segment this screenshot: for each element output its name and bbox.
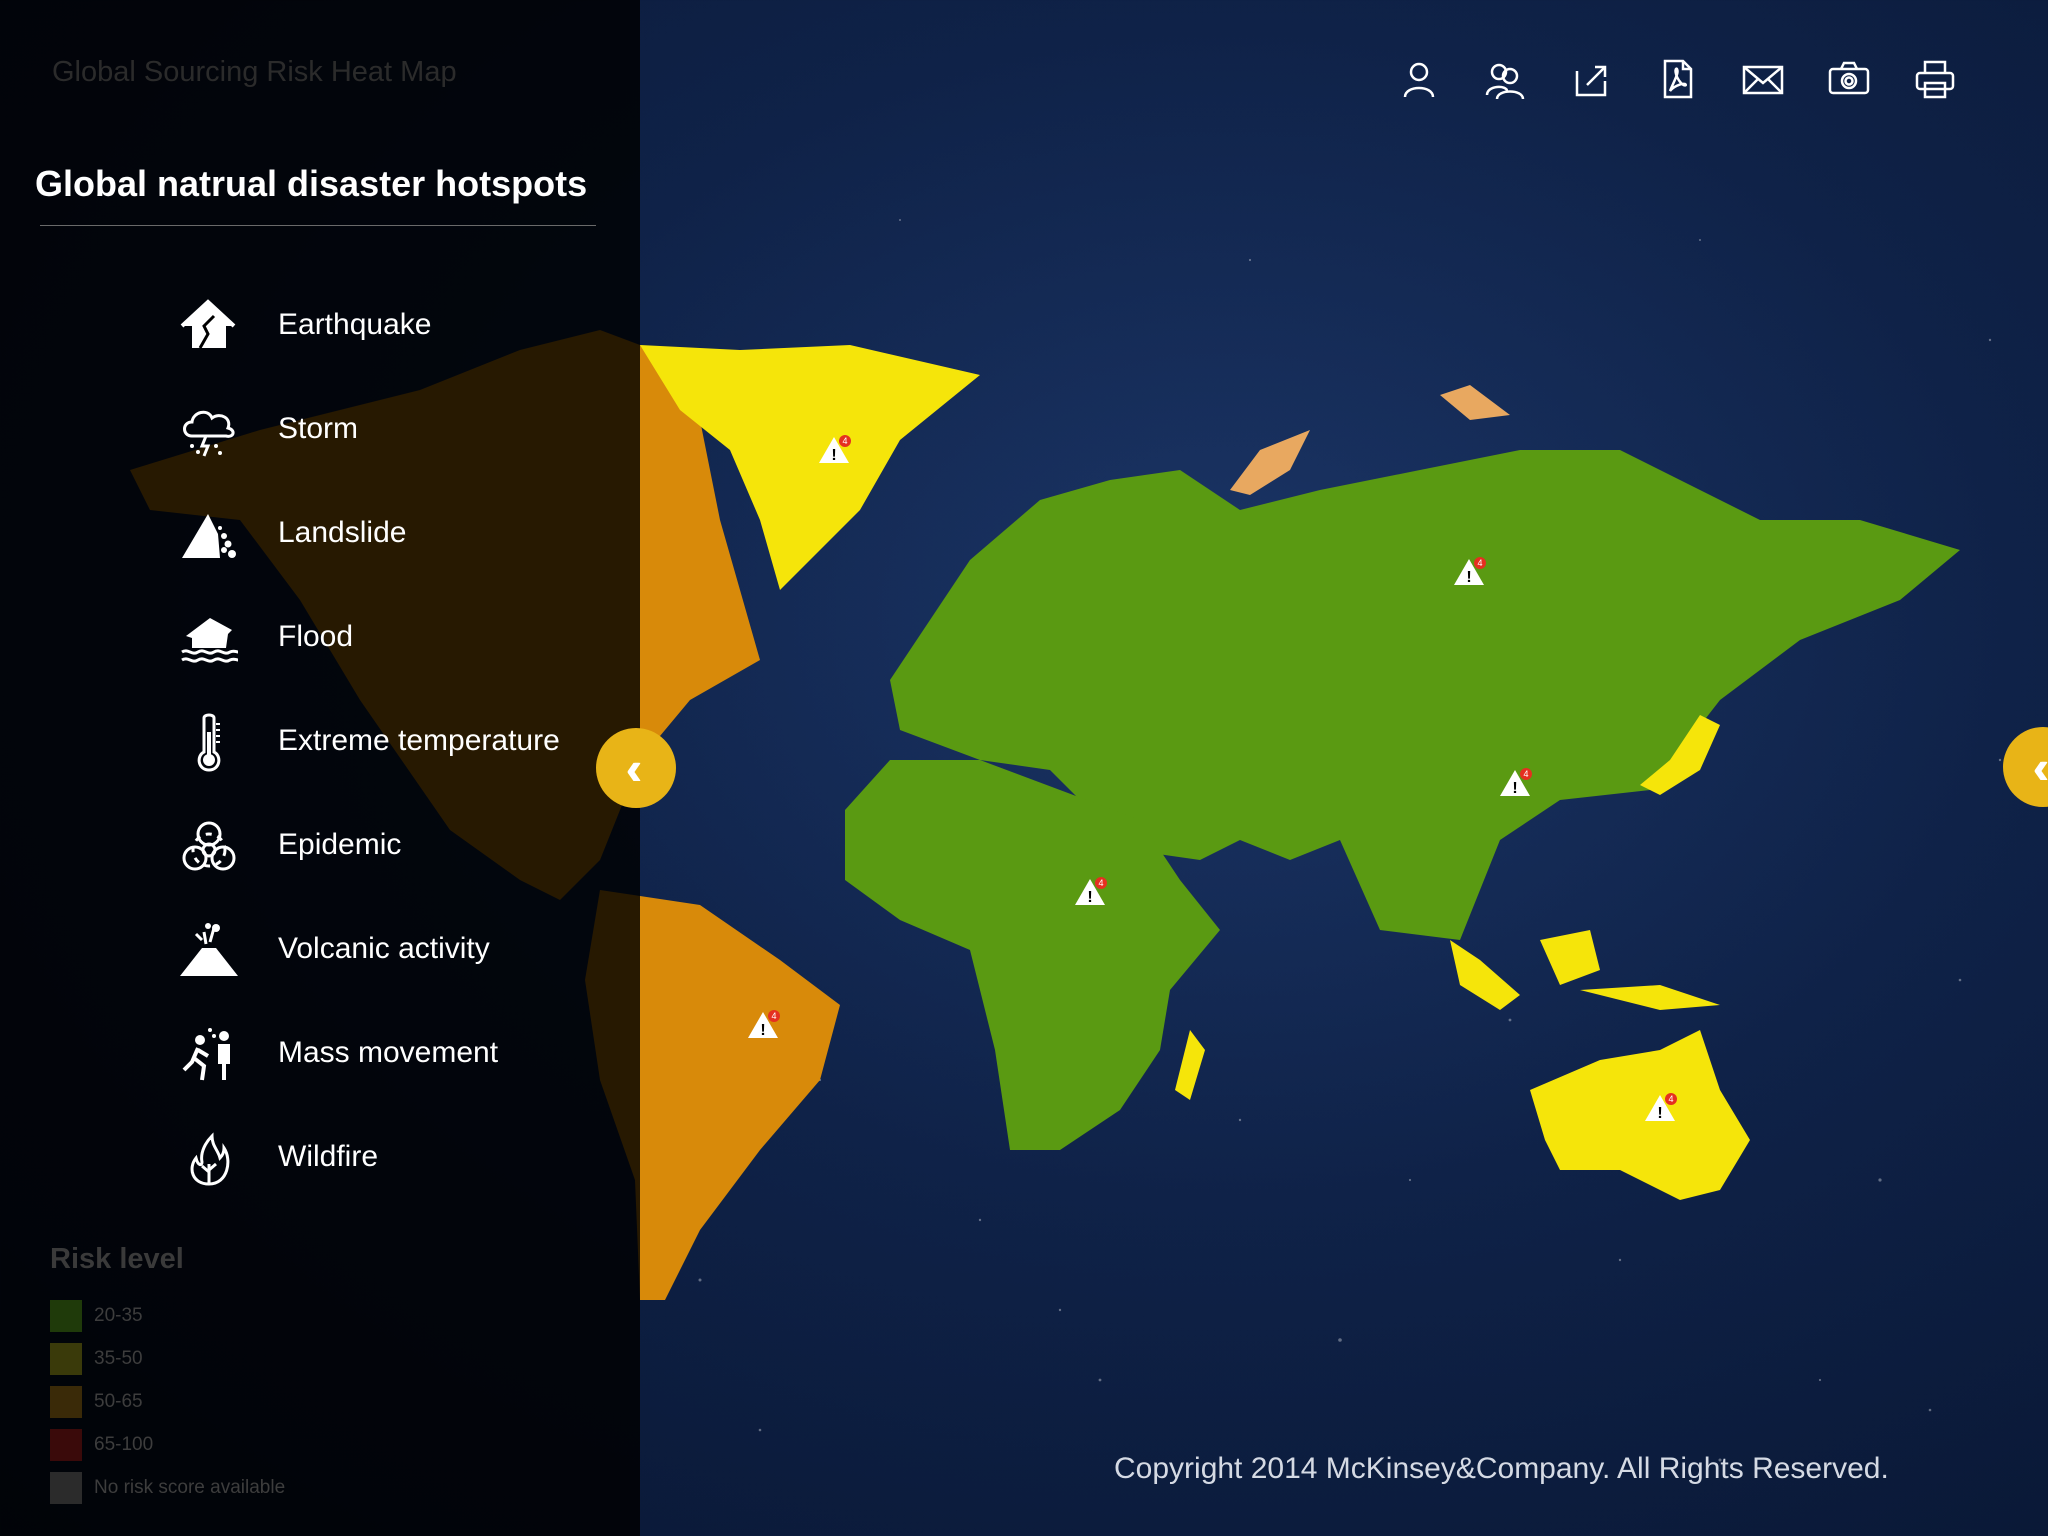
hazard-item-volcanic-activity[interactable]: Volcanic activity xyxy=(170,910,590,1014)
panel-heading: Global natrual disaster hotspots xyxy=(35,163,588,204)
legend-swatch xyxy=(50,1471,82,1504)
hazard-label-extreme-temperature: Extreme temperature xyxy=(278,724,560,757)
svg-text:!: ! xyxy=(831,447,836,464)
users-button[interactable] xyxy=(1476,50,1534,108)
print-button[interactable] xyxy=(1906,50,1964,108)
hazard-item-earthquake[interactable]: Earthquake xyxy=(170,286,590,390)
legend-label: 50-65 xyxy=(94,1390,143,1412)
hazard-item-landslide[interactable]: Landslide xyxy=(170,494,590,598)
legend-row: 50-65 xyxy=(50,1380,285,1423)
legend-title: Risk level xyxy=(50,1243,184,1275)
legend-label: 20-35 xyxy=(94,1304,143,1326)
earthquake-icon xyxy=(180,299,236,349)
flood-icon xyxy=(181,618,239,663)
svg-text:4: 4 xyxy=(1098,878,1103,888)
heading-divider xyxy=(40,225,596,226)
madagascar-region xyxy=(1175,1030,1205,1100)
risk-legend: Risk level 20-35 35-50 50-65 65-100 No r… xyxy=(50,1243,285,1509)
legend-swatch xyxy=(50,1428,82,1461)
mail-icon xyxy=(1742,65,1784,95)
copyright-text: Copyright 2014 McKinsey&Company. All Rig… xyxy=(1114,1452,1889,1485)
storm-icon xyxy=(183,410,235,457)
alert-marker-africa[interactable]: !4 xyxy=(1073,877,1107,907)
camera-button[interactable] xyxy=(1820,50,1878,108)
legend-label: 65-100 xyxy=(94,1433,154,1455)
print-icon xyxy=(1915,60,1955,99)
user-icon xyxy=(1403,62,1435,98)
svg-text:!: ! xyxy=(1087,889,1092,906)
wildfire-icon xyxy=(190,1132,230,1186)
user-button[interactable] xyxy=(1390,50,1448,108)
legend-row: 35-50 xyxy=(50,1337,285,1380)
chevron-double-left-icon: ‹‹ xyxy=(2032,741,2048,793)
alert-marker-australia[interactable]: !4 xyxy=(1643,1093,1677,1123)
camera-icon xyxy=(1828,61,1870,95)
chevron-double-left-icon: ‹‹ xyxy=(625,742,641,794)
legend-row: No risk score available xyxy=(50,1466,285,1509)
biohazard-icon xyxy=(182,821,236,871)
australia-region xyxy=(1530,1030,1750,1200)
hazard-item-flood[interactable]: Flood xyxy=(170,598,590,702)
collapse-panel-button[interactable]: ‹‹ xyxy=(596,728,676,808)
hazard-label-wildfire: Wildfire xyxy=(278,1140,379,1173)
legend-label: No risk score available xyxy=(94,1476,286,1498)
hazard-label-earthquake: Earthquake xyxy=(278,308,432,341)
hazard-label-mass-movement: Mass movement xyxy=(278,1036,499,1069)
svg-text:!: ! xyxy=(1657,1105,1662,1122)
landslide-icon xyxy=(182,514,236,558)
svg-text:4: 4 xyxy=(771,1011,776,1021)
app-title: Global Sourcing Risk Heat Map xyxy=(52,56,457,88)
hazard-label-landslide: Landslide xyxy=(278,516,407,549)
alert-marker-russia[interactable]: !4 xyxy=(1452,557,1486,587)
hazard-item-wildfire[interactable]: Wildfire xyxy=(170,1118,590,1222)
mail-button[interactable] xyxy=(1734,50,1792,108)
svg-text:!: ! xyxy=(760,1022,765,1039)
svg-text:!: ! xyxy=(1512,780,1517,797)
legend-row: 65-100 xyxy=(50,1423,285,1466)
indonesia-region xyxy=(1450,930,1720,1010)
hazard-label-volcanic-activity: Volcanic activity xyxy=(278,932,490,965)
svg-text:!: ! xyxy=(1466,569,1471,586)
legend-swatch xyxy=(50,1299,82,1332)
hazard-label-storm: Storm xyxy=(278,412,359,445)
hazard-list: Earthquake Storm Landslide Flood Extreme… xyxy=(170,286,590,1222)
hazard-item-storm[interactable]: Storm xyxy=(170,390,590,494)
hazard-label-flood: Flood xyxy=(278,620,354,653)
alert-marker-greenland[interactable]: !4 xyxy=(817,435,851,465)
legend-row: 20-35 xyxy=(50,1294,285,1337)
toolbar xyxy=(1390,50,1992,108)
legend-swatch xyxy=(50,1385,82,1418)
pdf-button[interactable] xyxy=(1648,50,1706,108)
svg-text:4: 4 xyxy=(1668,1094,1673,1104)
volcano-icon xyxy=(180,923,238,976)
svg-text:4: 4 xyxy=(842,436,847,446)
hazard-item-epidemic[interactable]: Epidemic xyxy=(170,806,590,910)
hazards-side-panel: Global Sourcing Risk Heat Map Global nat… xyxy=(0,0,640,1536)
svg-text:4: 4 xyxy=(1523,769,1528,779)
legend-swatch xyxy=(50,1342,82,1375)
legend-label: 35-50 xyxy=(94,1347,143,1369)
hazard-item-mass-movement[interactable]: Mass movement xyxy=(170,1014,590,1118)
mass-movement-icon xyxy=(182,1028,230,1081)
hazard-item-extreme-temperature[interactable]: Extreme temperature xyxy=(170,702,590,806)
alert-marker-china[interactable]: !4 xyxy=(1498,768,1532,798)
hazard-label-epidemic: Epidemic xyxy=(278,828,402,861)
users-icon xyxy=(1485,63,1525,100)
thermometer-icon xyxy=(197,713,221,772)
svg-text:4: 4 xyxy=(1477,558,1482,568)
alert-marker-brazil[interactable]: !4 xyxy=(746,1010,780,1040)
share-icon xyxy=(1575,65,1607,97)
pdf-icon xyxy=(1663,59,1693,99)
share-button[interactable] xyxy=(1562,50,1620,108)
